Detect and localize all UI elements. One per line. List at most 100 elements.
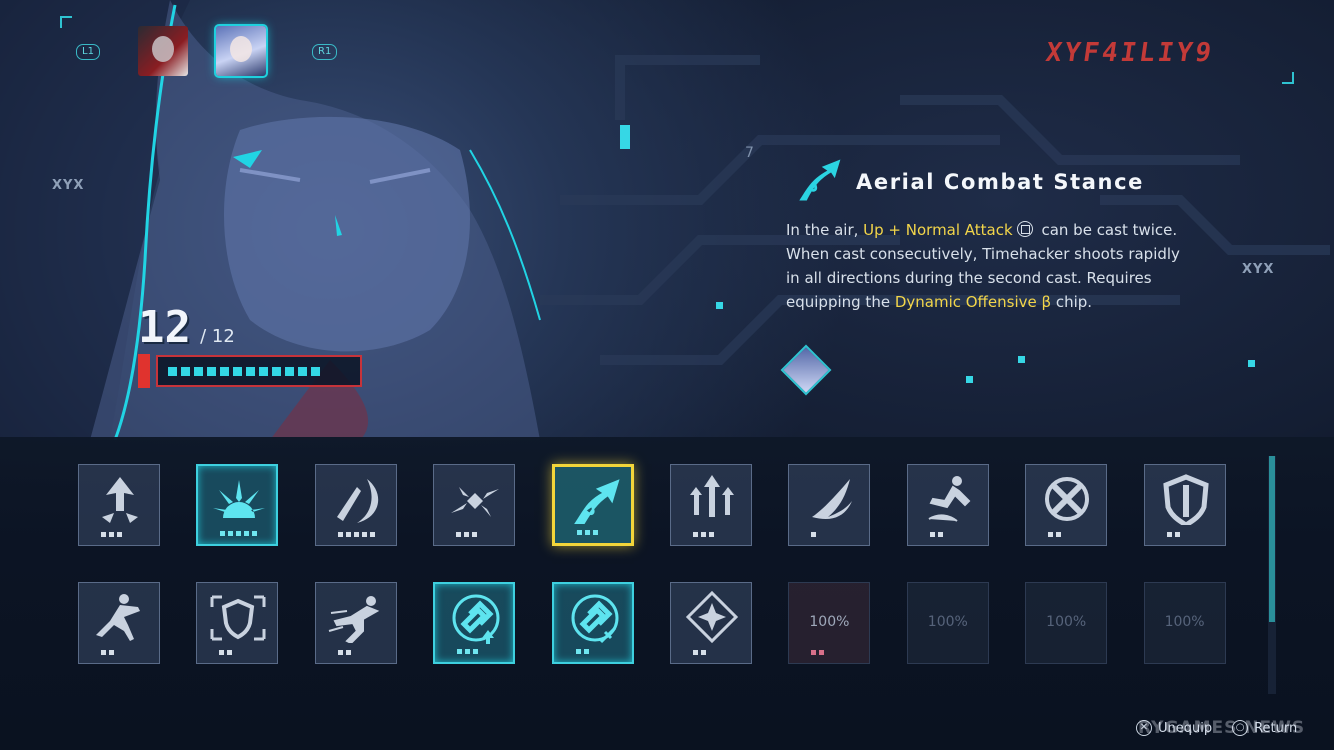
chip-tile-shatter-burst[interactable]: [433, 464, 516, 546]
chip-level-dots: [220, 531, 258, 536]
chip-tile-compass-diamond[interactable]: [670, 582, 752, 664]
character-portrait-silver-hair[interactable]: [214, 24, 268, 78]
lunge-figure-icon: [96, 594, 140, 641]
chip-tile-locked[interactable]: 100%: [906, 582, 989, 664]
chip-tile-triple-arrow[interactable]: [670, 464, 752, 546]
upward-arrow-burst-icon: [102, 477, 138, 523]
chip-level-dots: [101, 532, 122, 537]
chip-tile-lunge-figure[interactable]: [78, 582, 160, 664]
frame-corner-icon: [60, 16, 72, 28]
level-dot: [929, 532, 935, 537]
level-dot: [244, 531, 250, 536]
chip-tile-dash-figure[interactable]: [314, 582, 397, 664]
character-switcher: L1 R1: [70, 22, 338, 82]
chip-level-dots: [456, 532, 478, 537]
chip-tile-aerial-arrow[interactable]: [551, 464, 634, 546]
level-dot: [109, 532, 114, 537]
chip-level-dots: [337, 532, 375, 537]
chip-tile-upward-arrow-burst[interactable]: [78, 464, 160, 546]
chip-tile-chain-link-sword[interactable]: [551, 582, 634, 664]
gauge-segment: [246, 366, 255, 376]
chip-tile-crossed-swords[interactable]: [1025, 464, 1108, 546]
chip-level-dots: [693, 650, 706, 655]
chip-tile-wing-slash[interactable]: [788, 464, 871, 546]
level-dot: [101, 650, 106, 655]
level-dot: [464, 532, 470, 537]
crossed-swords-icon: [1045, 477, 1090, 521]
gauge-segment: [168, 366, 177, 376]
level-dot: [369, 532, 375, 537]
level-dot: [1174, 532, 1180, 537]
chip-tile-guard-shield[interactable]: [196, 582, 279, 664]
gauge-segment: [311, 366, 320, 376]
triple-arrow-icon: [690, 475, 734, 517]
chip-tile-shield[interactable]: [1143, 464, 1226, 546]
shield-icon: [1162, 474, 1209, 525]
crescent-slash-icon: [336, 479, 378, 523]
level-dot: [592, 530, 598, 535]
gauge-segment: [233, 366, 242, 376]
level-dot: [811, 650, 817, 655]
level-dot: [345, 532, 351, 537]
level-dot: [227, 650, 233, 655]
description-highlight: Up + Normal Attack: [863, 221, 1013, 239]
level-dot: [252, 531, 258, 536]
level-dot: [701, 650, 706, 655]
chip-tile-kick-figure[interactable]: [906, 464, 989, 546]
capacity-max: / 12: [200, 326, 235, 347]
kick-figure-icon: [928, 476, 971, 522]
level-dot: [361, 532, 367, 537]
chip-tile-chain-link-up[interactable]: [433, 582, 516, 664]
chip-tile-locked[interactable]: 100%: [788, 582, 871, 664]
chip-level-dots: [693, 532, 714, 537]
chip-level-dots: [101, 650, 114, 655]
chip-level-dots: [576, 530, 598, 535]
chip-progress-label: 100%: [1164, 614, 1205, 630]
level-dot: [220, 531, 226, 536]
level-dot: [937, 532, 943, 537]
level-dot: [456, 532, 462, 537]
level-dot: [693, 532, 698, 537]
chip-level-dots: [929, 532, 943, 537]
chip-title: Aerial Combat Stance: [856, 170, 1144, 194]
chip-tile-crescent-slash[interactable]: [314, 464, 397, 546]
chip-level-dots: [337, 650, 351, 655]
gauge-segment: [220, 366, 229, 376]
level-dot: [575, 649, 581, 654]
square-button-icon: [1016, 221, 1033, 237]
level-dot: [1048, 532, 1054, 537]
gauge-segment: [207, 366, 216, 376]
level-dot: [709, 532, 714, 537]
description-text: chip.: [1051, 293, 1093, 311]
chip-progress-label: 100%: [1046, 614, 1087, 630]
description-highlight: Dynamic Offensive β: [894, 293, 1052, 311]
chip-tile-locked[interactable]: 100%: [1143, 582, 1226, 664]
level-dot: [473, 649, 479, 654]
level-dot: [811, 532, 817, 537]
level-dot: [236, 531, 242, 536]
level-dot: [345, 650, 351, 655]
inventory-scrollbar[interactable]: [1268, 456, 1276, 694]
aerial-arrow-icon: [573, 479, 620, 524]
compass-diamond-icon: [685, 591, 739, 643]
gauge-segment: [259, 366, 268, 376]
side-mark: XYX: [1242, 262, 1275, 277]
dash-figure-icon: [328, 596, 380, 643]
chip-tile-sunrise-burst[interactable]: [196, 464, 279, 546]
level-dot: [693, 650, 698, 655]
r1-button[interactable]: R1: [312, 44, 338, 60]
chip-tile-locked[interactable]: 100%: [1025, 582, 1108, 664]
side-mark: XYX: [52, 178, 85, 193]
level-dot: [819, 650, 825, 655]
gauge-segments: [156, 355, 362, 387]
chip-progress-label: 100%: [809, 614, 850, 630]
character-portrait-dark-hair[interactable]: [138, 26, 188, 76]
level-dot: [337, 650, 343, 655]
level-dot: [583, 649, 589, 654]
level-dot: [1166, 532, 1172, 537]
scrollbar-thumb[interactable]: [1269, 456, 1275, 622]
l1-button[interactable]: L1: [76, 44, 100, 60]
level-dot: [337, 532, 343, 537]
gauge-segment: [272, 366, 281, 376]
watermark: RYGAMES NEWS: [1138, 718, 1306, 738]
